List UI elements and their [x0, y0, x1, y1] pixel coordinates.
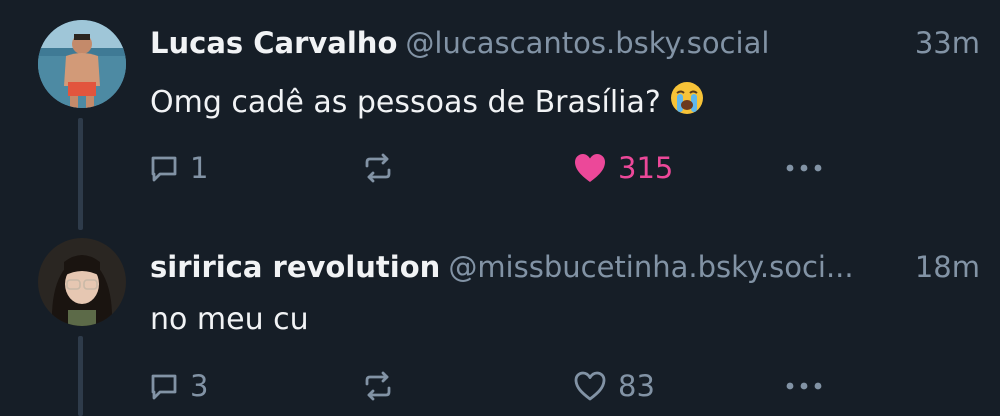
reply-count: 3 — [190, 369, 209, 403]
post-text-content: Omg cadê as pessoas de Brasília? — [150, 85, 661, 120]
repost-icon — [365, 153, 391, 183]
author-handle[interactable]: @missbucetinha.bsky.soci... — [448, 250, 853, 284]
author-handle[interactable]: @lucascantos.bsky.social — [405, 26, 769, 60]
thread-line — [78, 118, 83, 230]
thread-line — [78, 336, 83, 416]
more-options-button[interactable] — [784, 366, 824, 406]
post-header: siririca revolution @missbucetinha.bsky.s… — [150, 250, 980, 290]
post-time[interactable]: 33m — [915, 26, 980, 60]
reply-icon — [151, 156, 177, 182]
like-count: 315 — [618, 151, 674, 185]
like-button[interactable]: 315 — [572, 148, 673, 188]
post-1[interactable]: Lucas Carvalho @lucascantos.bsky.social 3… — [0, 0, 1000, 230]
post-text-content: no meu cu — [150, 302, 309, 337]
post-time[interactable]: 18m — [915, 250, 980, 284]
avatar-image — [38, 238, 126, 326]
more-options-icon — [786, 164, 822, 172]
more-options-button[interactable] — [784, 148, 824, 188]
repost-button[interactable] — [360, 366, 396, 406]
reply-button[interactable]: 1 — [148, 148, 208, 188]
post-text: Omg cadê as pessoas de Brasília? — [150, 80, 705, 124]
post-actions: 1 315 — [148, 148, 848, 188]
post-actions: 3 83 — [148, 366, 848, 406]
reply-icon — [151, 374, 177, 400]
repost-button[interactable] — [360, 148, 396, 188]
more-options-icon — [786, 382, 822, 390]
like-count: 83 — [618, 369, 655, 403]
heart-outline-icon — [574, 371, 606, 401]
heart-filled-icon — [575, 154, 605, 182]
repost-icon — [365, 371, 391, 401]
post-header: Lucas Carvalho @lucascantos.bsky.social 3… — [150, 26, 980, 66]
post-text: no meu cu — [150, 302, 309, 337]
loudly-crying-face-emoji — [669, 80, 705, 124]
avatar-lucas[interactable] — [38, 20, 126, 108]
reply-button[interactable]: 3 — [148, 366, 208, 406]
reply-count: 1 — [190, 151, 209, 185]
author-name[interactable]: Lucas Carvalho — [150, 26, 397, 60]
post-2[interactable]: siririca revolution @missbucetinha.bsky.s… — [0, 220, 1000, 416]
avatar-image — [38, 20, 126, 108]
author-name[interactable]: siririca revolution — [150, 250, 440, 284]
like-button[interactable]: 83 — [572, 366, 655, 406]
avatar-siririca[interactable] — [38, 238, 126, 326]
